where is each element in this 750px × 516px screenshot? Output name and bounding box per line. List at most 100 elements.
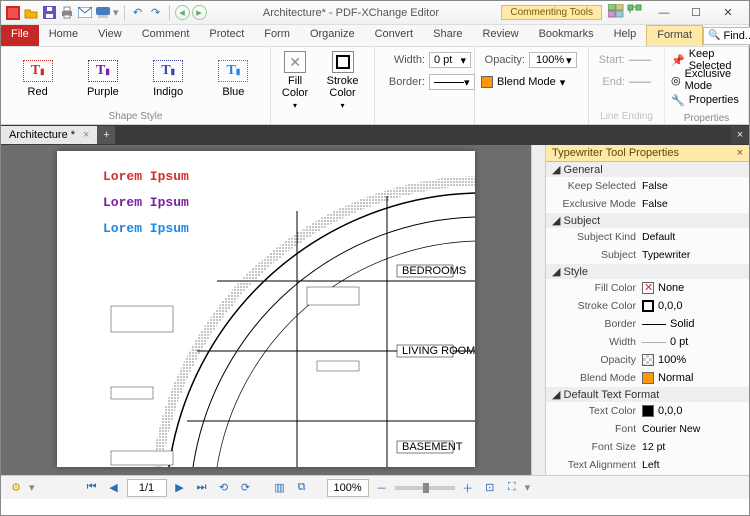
prop-subject[interactable]: Typewriter	[642, 249, 745, 261]
section-general[interactable]: ◢ General	[546, 162, 749, 177]
panel-close-icon[interactable]: ×	[737, 147, 743, 159]
nav-back-icon[interactable]: ⟲	[215, 479, 233, 497]
stroke-color-button[interactable]: Stroke Color▾	[317, 51, 368, 110]
tab-protect[interactable]: Protect	[199, 25, 254, 46]
prop-subject-kind[interactable]: Default	[642, 231, 745, 243]
ui-options-icon[interactable]	[608, 4, 624, 21]
ribbon-tabs: File Home View Comment Protect Form Orga…	[1, 25, 749, 47]
properties-button[interactable]: 🔧Properties	[671, 91, 739, 109]
find-button[interactable]: 🔍 Find...	[703, 27, 750, 45]
open-icon[interactable]	[23, 5, 39, 21]
page: Lorem Ipsum Lorem Ipsum Lorem Ipsum BEDR…	[57, 151, 475, 467]
contextual-tab-label: Commenting Tools	[501, 5, 602, 20]
prop-fill-color[interactable]: ✕None	[642, 282, 745, 294]
prop-exclusive[interactable]: False	[642, 198, 745, 210]
section-style[interactable]: ◢ Style	[546, 264, 749, 279]
prop-align[interactable]: Left	[642, 459, 745, 471]
prop-text-color[interactable]: 0,0,0	[642, 405, 745, 417]
page-layout-icon[interactable]: ▥	[271, 479, 289, 497]
window-title: Architecture* - PDF-XChange Editor	[207, 7, 496, 19]
forward-icon[interactable]: ▸	[192, 5, 207, 20]
zoom-slider[interactable]	[395, 486, 455, 490]
content-area: Lorem Ipsum Lorem Ipsum Lorem Ipsum BEDR…	[1, 145, 749, 475]
zoom-fit-icon[interactable]: ⊡	[481, 479, 499, 497]
tab-close-all[interactable]: ×	[731, 126, 749, 144]
color-red[interactable]: T▮Red	[7, 51, 68, 107]
scrollbar-vertical[interactable]	[531, 145, 545, 475]
prop-keep-selected[interactable]: False	[642, 180, 745, 192]
document-tabs: Architecture *× + ×	[1, 125, 749, 145]
color-blue[interactable]: T▮Blue	[203, 51, 264, 107]
tab-comment[interactable]: Comment	[132, 25, 200, 46]
zoom-actual-icon[interactable]: ⛶	[503, 479, 521, 497]
tab-review[interactable]: Review	[472, 25, 528, 46]
prop-border[interactable]: Solid	[642, 318, 745, 330]
prev-page-icon[interactable]: ◀	[105, 479, 123, 497]
border-select[interactable]: ▾	[429, 74, 475, 90]
new-tab-button[interactable]: +	[97, 126, 115, 144]
save-icon[interactable]	[41, 5, 57, 21]
email-icon[interactable]	[77, 5, 93, 21]
ribbon-body: T▮RedT▮PurpleT▮IndigoT▮Blue Shape Style …	[1, 47, 749, 125]
width-input[interactable]: 0 pt▾	[429, 52, 471, 68]
color-purple[interactable]: T▮Purple	[72, 51, 133, 107]
prop-blend[interactable]: Normal	[642, 372, 745, 384]
tab-share[interactable]: Share	[423, 25, 472, 46]
zoom-out-icon[interactable]: －	[373, 479, 391, 497]
zoom-input[interactable]: 100%	[327, 479, 369, 497]
page-input[interactable]: 1/1	[127, 479, 167, 497]
tab-bookmarks[interactable]: Bookmarks	[529, 25, 604, 46]
page-facing-icon[interactable]: ⧉	[293, 479, 311, 497]
section-default-text[interactable]: ◢ Default Text Format	[546, 387, 749, 402]
maximize-icon[interactable]: ☐	[683, 4, 709, 22]
print-icon[interactable]	[59, 5, 75, 21]
minimize-icon[interactable]: —	[651, 4, 677, 22]
first-page-icon[interactable]: ⏮	[83, 479, 101, 497]
redo-icon[interactable]: ↷	[148, 5, 164, 21]
tab-form[interactable]: Form	[254, 25, 300, 46]
scan-icon[interactable]	[95, 5, 111, 21]
prop-font[interactable]: Courier New	[642, 423, 745, 435]
last-page-icon[interactable]: ⏭	[193, 479, 211, 497]
tab-help[interactable]: Help	[604, 25, 647, 46]
tab-convert[interactable]: Convert	[365, 25, 424, 46]
zoom-in-icon[interactable]: ＋	[459, 479, 477, 497]
undo-icon[interactable]: ↶	[130, 5, 146, 21]
prop-opacity[interactable]: 100%	[642, 354, 745, 366]
prop-width[interactable]: 0 pt	[642, 336, 745, 348]
options-icon[interactable]: ⚙	[7, 479, 25, 497]
architecture-drawing: BEDROOMS LIVING ROOM BASEMENT	[57, 151, 475, 467]
launch-icon[interactable]	[627, 4, 643, 21]
nav-fwd-icon[interactable]: ⟳	[237, 479, 255, 497]
section-subject[interactable]: ◢ Subject	[546, 213, 749, 228]
tab-organize[interactable]: Organize	[300, 25, 365, 46]
prop-stroke-color[interactable]: 0,0,0	[642, 300, 745, 312]
fill-color-button[interactable]: ✕ Fill Color▾	[277, 51, 313, 110]
blend-mode-button[interactable]: Blend Mode ▾	[481, 73, 565, 91]
svg-text:BEDROOMS: BEDROOMS	[402, 265, 466, 277]
keep-selected-button[interactable]: 📌Keep Selected	[671, 51, 742, 69]
opacity-input[interactable]: 100%▾	[529, 52, 577, 68]
tab-format[interactable]: Format	[646, 25, 703, 46]
tab-home[interactable]: Home	[39, 25, 88, 46]
exclusive-mode-button[interactable]: ◎Exclusive Mode	[671, 71, 742, 89]
app-icon	[5, 5, 21, 21]
doc-tab-architecture[interactable]: Architecture *×	[1, 126, 97, 144]
tab-view[interactable]: View	[88, 25, 132, 46]
close-icon[interactable]: ✕	[715, 4, 741, 22]
panel-title: Typewriter Tool Properties×	[546, 145, 749, 162]
group-label-shape-style: Shape Style	[1, 111, 270, 124]
quick-access-toolbar: ▾ ↶ ↷ ◂ ▸	[5, 5, 207, 21]
svg-text:BASEMENT: BASEMENT	[402, 441, 463, 453]
color-indigo[interactable]: T▮Indigo	[138, 51, 199, 107]
close-tab-icon[interactable]: ×	[83, 129, 89, 141]
back-icon[interactable]: ◂	[175, 5, 190, 20]
next-page-icon[interactable]: ▶	[171, 479, 189, 497]
window-controls: — ☐ ✕	[651, 4, 745, 22]
canvas[interactable]: Lorem Ipsum Lorem Ipsum Lorem Ipsum BEDR…	[1, 145, 531, 475]
pin-icon: 📌	[671, 54, 685, 67]
statusbar: ⚙▾ ⏮ ◀ 1/1 ▶ ⏭ ⟲ ⟳ ▥ ⧉ 100% － ＋ ⊡ ⛶ ▾	[1, 475, 749, 499]
prop-font-size[interactable]: 12 pt	[642, 441, 745, 453]
tab-file[interactable]: File	[1, 25, 39, 46]
target-icon: ◎	[671, 74, 681, 87]
